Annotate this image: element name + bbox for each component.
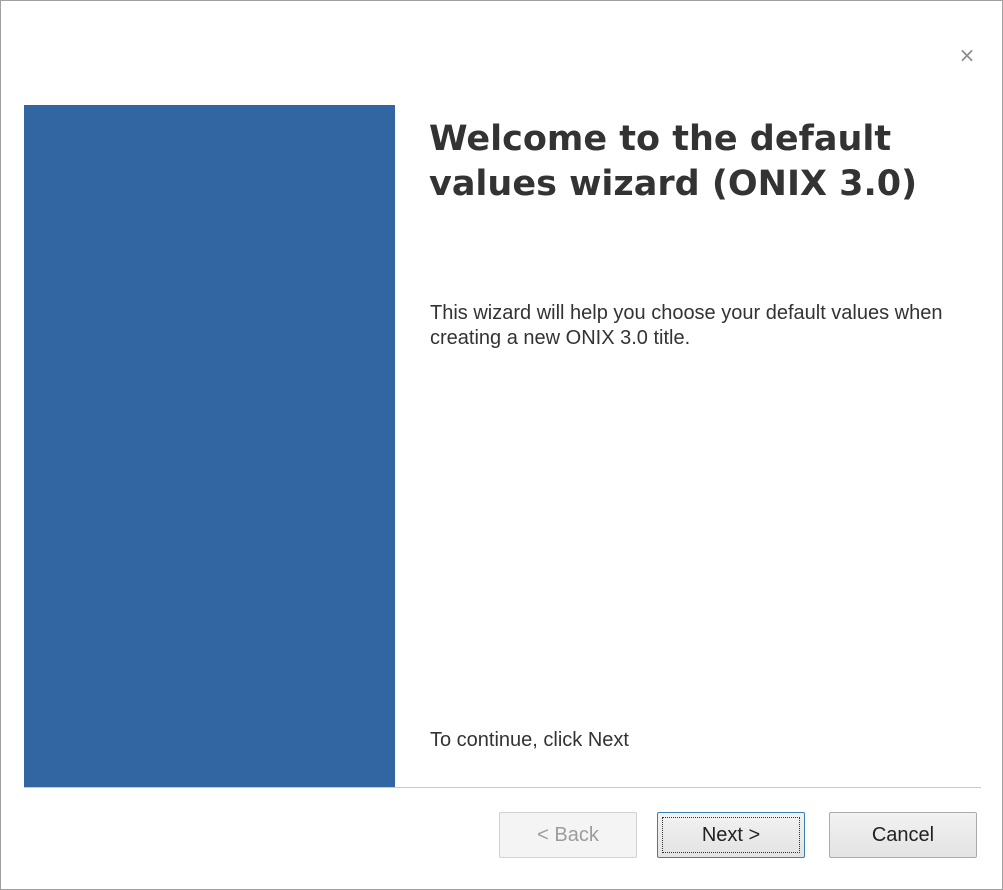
wizard-dialog: × Welcome to the default values wizard (… <box>0 0 1003 890</box>
wizard-side-banner <box>24 105 395 787</box>
close-icon[interactable]: × <box>955 43 979 67</box>
cancel-button[interactable]: Cancel <box>829 812 977 858</box>
next-button[interactable]: Next > <box>657 812 805 858</box>
wizard-description: This wizard will help you choose your de… <box>430 302 943 349</box>
wizard-title: Welcome to the default values wizard (ON… <box>429 119 918 204</box>
back-button[interactable]: < Back <box>499 812 637 858</box>
next-button-label: Next > <box>662 817 800 853</box>
continue-hint: To continue, click Next <box>430 729 629 751</box>
footer-divider <box>24 787 981 788</box>
